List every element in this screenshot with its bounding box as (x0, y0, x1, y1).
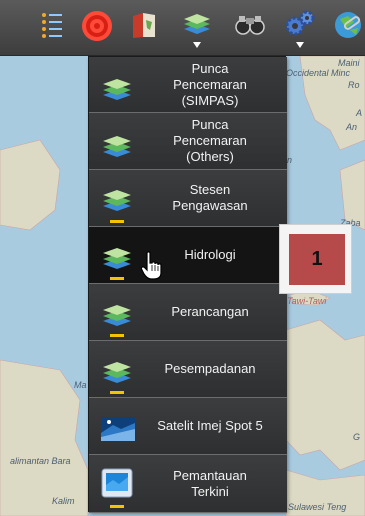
menu-item-label: Pemantauan Terkini (173, 467, 247, 499)
dropdown-caret-icon (296, 42, 304, 48)
globe-link-icon (335, 12, 361, 38)
visibility-indicator (110, 391, 124, 394)
visibility-indicator (110, 505, 124, 508)
layer-list-button[interactable] (32, 6, 72, 48)
menu-item-satelit-imej-spot-5[interactable]: Satelit Imej Spot 5 (89, 398, 287, 455)
satellite-image-icon (101, 415, 135, 443)
dropdown-caret-icon (193, 42, 201, 48)
map-label: Occidental Minc (286, 68, 351, 78)
layers-icon (101, 186, 133, 214)
hand-cursor-icon (141, 251, 162, 280)
layers-menu-button[interactable] (177, 6, 217, 48)
map-label: Maini (338, 58, 360, 68)
layers-icon (101, 301, 133, 329)
map-label: A (356, 108, 363, 118)
layers-icon (101, 244, 133, 272)
layers-icon (184, 14, 210, 34)
map-label: Tawi-Tawi (287, 296, 327, 306)
step-callout: 1 (279, 224, 352, 294)
binoculars-button[interactable] (230, 6, 270, 48)
menu-item-perancangan[interactable]: Perancangan (89, 284, 287, 341)
map-label: alimantan Bara (10, 456, 71, 466)
layers-icon (101, 132, 133, 160)
target-icon (82, 11, 112, 41)
map-label: Ma (74, 380, 87, 390)
visibility-indicator (110, 334, 124, 337)
menu-item-hidrologi[interactable]: Hidrologi (89, 227, 287, 284)
menu-item-pesempadanan[interactable]: Pesempadanan (89, 341, 287, 398)
map-label: n (287, 155, 293, 165)
menu-item-label: Perancangan (171, 304, 249, 319)
settings-menu-button[interactable] (280, 6, 320, 48)
settings-gears-icon (285, 10, 315, 36)
menu-item-punca-pencemaran-others[interactable]: Punca Pencemaran (Others) (89, 113, 287, 170)
map-book-button[interactable] (124, 6, 164, 48)
visibility-indicator (110, 220, 124, 223)
map-label: Kalim (52, 496, 75, 506)
menu-item-punca-pencemaran-simpas[interactable]: Punca Pencemaran (SIMPAS) (89, 57, 287, 113)
globe-link-button[interactable] (328, 6, 365, 48)
menu-item-label: Stesen Pengawasan (172, 182, 248, 213)
layers-icon (101, 75, 133, 103)
map-book-icon (133, 13, 155, 38)
layers-icon (101, 358, 133, 386)
binoculars-icon (235, 16, 265, 35)
visibility-indicator (110, 277, 124, 280)
menu-item-label: Satelit Imej Spot 5 (157, 418, 263, 433)
map-label: G (353, 432, 361, 442)
menu-item-label: Punca Pencemaran (Others) (173, 117, 247, 164)
map-label: Sulawesi Teng (288, 502, 347, 512)
map-label: Ro (348, 80, 360, 90)
monitor-icon (101, 468, 133, 498)
menu-item-pemantauan-terkini[interactable]: Pemantauan Terkini (89, 455, 287, 513)
layers-dropdown-menu: Punca Pencemaran (SIMPAS) Punca Pencemaran (O… (88, 56, 287, 513)
target-button[interactable] (77, 6, 117, 48)
menu-item-label: Punca Pencemaran (SIMPAS) (173, 60, 247, 108)
menu-item-label: Pesempadanan (164, 361, 256, 376)
layer-list-icon (42, 13, 62, 38)
map-label: An (346, 122, 358, 132)
step-number: 1 (289, 234, 345, 285)
main-toolbar (0, 0, 365, 56)
menu-item-stesen-pengawasan[interactable]: Stesen Pengawasan (89, 170, 287, 227)
